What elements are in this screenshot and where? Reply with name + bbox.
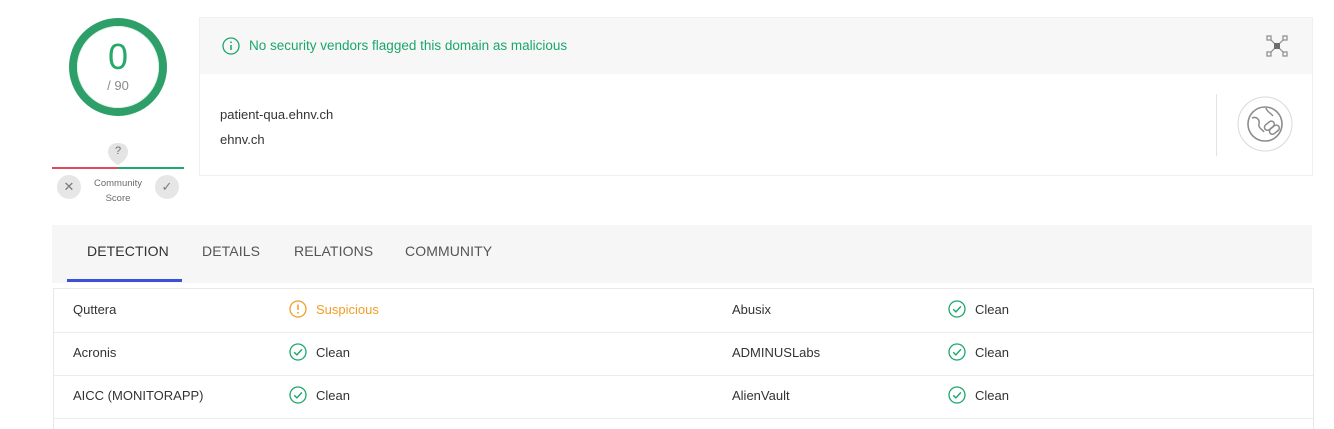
vendor-result: Clean <box>289 386 350 404</box>
globe-link-icon <box>1237 96 1293 152</box>
verdict-message: No security vendors flagged this domain … <box>249 38 568 53</box>
info-icon <box>222 37 240 55</box>
community-positive-bar <box>118 167 184 169</box>
check-circle-icon <box>948 300 966 318</box>
check-circle-icon <box>289 343 307 361</box>
domain-name: patient-qua.ehnv.ch <box>220 107 334 122</box>
vendor-name: AICC (MONITORAPP) <box>73 388 204 403</box>
vendor-name: Acronis <box>73 345 117 360</box>
tab-relations[interactable]: RELATIONS <box>294 243 373 259</box>
check-circle-icon <box>289 386 307 404</box>
table-row: Acronis Clean ADMINUSLabs Clean <box>54 332 1313 376</box>
report-tabs: DETECTION DETAILS RELATIONS COMMUNITY <box>52 225 1312 283</box>
active-tab-indicator <box>67 279 182 282</box>
tab-details[interactable]: DETAILS <box>202 243 260 259</box>
result-label: Clean <box>975 344 1009 360</box>
vote-harmless-button[interactable]: ✓ <box>155 175 179 199</box>
vendor-name: Abusix <box>732 302 772 317</box>
community-label-line2: Score <box>105 193 131 204</box>
community-label-line1: Community <box>93 178 143 189</box>
vendor-name: Quttera <box>73 302 117 317</box>
engine-total: / 90 <box>107 78 129 93</box>
parent-domain-link[interactable]: ehnv.ch <box>220 132 265 147</box>
verdict-banner: No security vendors flagged this domain … <box>200 18 1312 74</box>
detection-table: Quttera Suspicious Abusix Clean Acronis <box>53 288 1314 429</box>
result-label: Clean <box>975 301 1009 317</box>
detection-score-ring: 0 / 90 <box>68 17 168 117</box>
result-label: Clean <box>316 387 350 403</box>
tab-detection[interactable]: DETECTION <box>87 243 169 259</box>
card-divider <box>1216 94 1217 156</box>
vendor-result: Clean <box>948 300 1009 318</box>
table-row: Quttera Suspicious Abusix Clean <box>54 289 1313 333</box>
community-score-value: ? <box>114 145 122 157</box>
result-label: Suspicious <box>316 301 379 317</box>
vendor-result: Clean <box>948 343 1009 361</box>
vendor-result: Clean <box>289 343 350 361</box>
vote-malicious-button[interactable]: ✕ <box>57 175 81 199</box>
summary-card: No security vendors flagged this domain … <box>199 17 1313 176</box>
community-score-badge: ? <box>107 142 129 165</box>
vendor-result: Clean <box>948 386 1009 404</box>
check-circle-icon <box>948 343 966 361</box>
vendor-result: Suspicious <box>289 300 379 318</box>
result-label: Clean <box>316 344 350 360</box>
community-score-label: Community Score <box>84 176 152 206</box>
community-negative-bar <box>52 167 118 169</box>
detection-count: 0 <box>107 36 129 77</box>
result-label: Clean <box>975 387 1009 403</box>
graph-summary-icon[interactable] <box>1266 35 1288 57</box>
warning-info-icon <box>289 300 307 318</box>
table-row: AICC (MONITORAPP) Clean AlienVault Clean <box>54 375 1313 419</box>
vendor-name: ADMINUSLabs <box>732 345 821 360</box>
check-circle-icon <box>948 386 966 404</box>
tab-community[interactable]: COMMUNITY <box>405 243 492 259</box>
vendor-name: AlienVault <box>732 388 790 403</box>
